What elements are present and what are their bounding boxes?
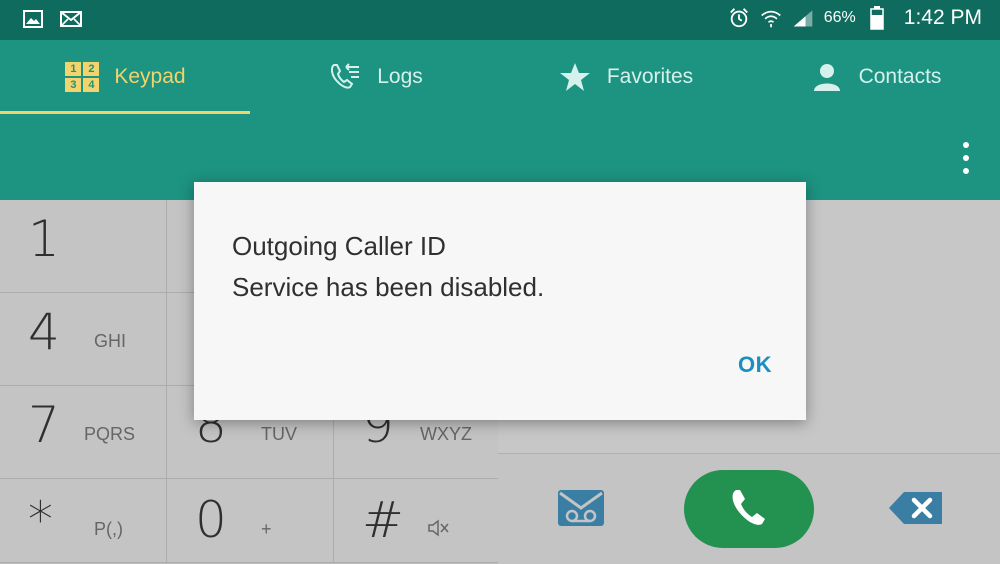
call-button[interactable] [684, 470, 814, 548]
app-bar: 12 34 Keypad Logs Favorites Contacts [0, 40, 1000, 200]
ok-button[interactable]: OK [738, 352, 772, 378]
key-digit: # [362, 491, 404, 549]
key-letters: PQRS [84, 424, 136, 444]
tab-label: Logs [377, 65, 423, 88]
mute-icon [428, 519, 450, 542]
status-bar: 66% 1:42 PM [0, 0, 1000, 40]
tab-favorites[interactable]: Favorites [500, 40, 750, 114]
key-1[interactable]: 1 [0, 200, 167, 293]
dialog-message: Outgoing Caller ID Service has been disa… [232, 226, 544, 308]
clock: 1:42 PM [903, 6, 982, 29]
key-hash[interactable]: # [334, 479, 501, 563]
signal-icon [792, 8, 814, 28]
key-letters: P(,) [94, 519, 123, 539]
key-letters: WXYZ [420, 424, 472, 444]
phone-icon [732, 490, 765, 525]
tab-label: Contacts [858, 65, 942, 88]
key-4[interactable]: 4 GHI [0, 293, 167, 386]
voicemail-button[interactable] [556, 484, 606, 530]
wifi-icon [760, 8, 782, 28]
gallery-icon [22, 9, 44, 29]
key-letters: TUV [261, 424, 297, 444]
person-icon [809, 61, 845, 93]
star-icon [557, 61, 593, 93]
backspace-icon [889, 492, 942, 524]
key-digit: * [28, 491, 53, 549]
key-star[interactable]: * P(,) [0, 479, 167, 563]
key-7[interactable]: 7 PQRS [0, 386, 167, 479]
key-digit: 0 [195, 491, 227, 549]
keypad-icon: 12 34 [64, 61, 100, 93]
key-digit: 4 [28, 303, 60, 361]
alert-dialog: Outgoing Caller ID Service has been disa… [194, 182, 806, 420]
tab-contacts[interactable]: Contacts [750, 40, 1000, 114]
logs-icon [327, 61, 363, 93]
key-digit: 1 [28, 210, 60, 268]
dialog-line-1: Outgoing Caller ID [232, 231, 446, 261]
dialer-action-bar [498, 453, 1000, 564]
key-0[interactable]: 0 + [167, 479, 334, 563]
backspace-button[interactable] [886, 488, 946, 528]
overflow-menu-icon[interactable] [962, 142, 970, 174]
mail-icon [60, 9, 82, 29]
key-digit: 7 [28, 396, 60, 454]
tab-logs[interactable]: Logs [250, 40, 500, 114]
tab-keypad[interactable]: 12 34 Keypad [0, 40, 250, 114]
battery-percent: 66% [823, 9, 856, 26]
dialog-line-2: Service has been disabled. [232, 272, 545, 302]
tab-label: Keypad [114, 65, 186, 88]
key-letters: GHI [94, 331, 127, 351]
key-letters: + [261, 519, 272, 539]
active-tab-indicator [0, 111, 250, 114]
alarm-icon [728, 8, 750, 28]
tab-label: Favorites [606, 65, 694, 88]
voicemail-icon [558, 490, 604, 526]
battery-icon [866, 6, 888, 30]
